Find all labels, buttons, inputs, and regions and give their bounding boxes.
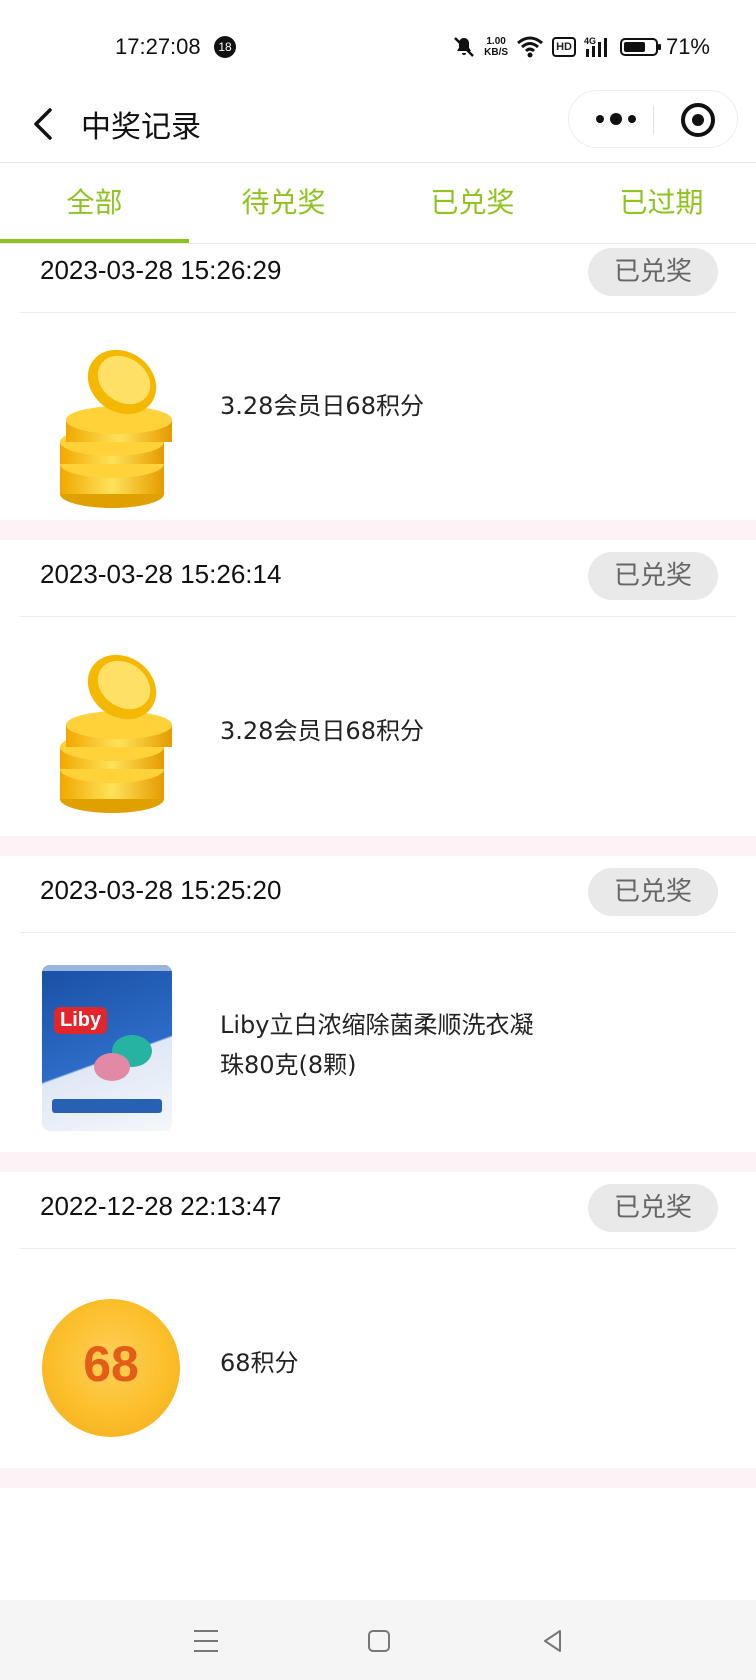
- tab-bar: 全部 待兑奖 已兑奖 已过期: [0, 163, 756, 244]
- points-badge-number: 68: [83, 1336, 139, 1392]
- home-icon[interactable]: [368, 1630, 390, 1652]
- record-date: 2023-03-28 15:26:14: [40, 559, 282, 589]
- record-body: Liby Liby立白浓缩除菌柔顺洗衣凝珠80克(8颗): [20, 933, 736, 1152]
- nav-bar: 中奖记录: [0, 86, 756, 163]
- status-badge: 已兑奖: [588, 868, 718, 916]
- prize-name: 3.28会员日68积分: [220, 717, 424, 745]
- gold-coins-icon: [60, 349, 172, 508]
- hd-icon: HD: [552, 37, 576, 57]
- pack-bottom-stripe: [52, 1099, 162, 1113]
- tab-all[interactable]: 全部: [0, 163, 189, 243]
- recent-apps-icon[interactable]: [194, 1630, 218, 1652]
- network-speed-unit: KB/S: [484, 47, 509, 58]
- record-date: 2023-03-28 15:26:29: [40, 255, 282, 285]
- gold-coins-icon: [60, 654, 172, 813]
- record-header: 2023-03-28 15:26:29 已兑奖: [20, 236, 736, 313]
- record-item[interactable]: 2022-12-28 22:13:47 已兑奖 68 68积分: [0, 1172, 756, 1488]
- status-badge: 已兑奖: [588, 1184, 718, 1232]
- battery-fill: [623, 42, 646, 52]
- detergent-pack-image: Liby: [42, 965, 172, 1131]
- back-arrow-icon[interactable]: [26, 104, 66, 144]
- status-bar: 17:27:08 18 1.00 KB/S HD 4G 71%: [0, 0, 756, 86]
- more-menu-button[interactable]: [583, 91, 649, 147]
- prize-record-list: 2023-03-28 15:26:29 已兑奖 3.28会员日68积分 2023…: [0, 244, 756, 1488]
- prize-name: 68积分: [220, 1349, 299, 1377]
- pack-pod-pink: [94, 1053, 130, 1081]
- notification-count-badge: 18: [214, 36, 236, 58]
- tab-redeemed[interactable]: 已兑奖: [378, 163, 567, 243]
- close-miniprogram-icon[interactable]: [681, 103, 715, 137]
- pack-top-band: [42, 965, 172, 971]
- record-date: 2023-03-28 15:25:20: [40, 875, 282, 905]
- system-nav-bar: [0, 1600, 756, 1680]
- record-item[interactable]: 2023-03-28 15:26:14 已兑奖 3.28会员日68积分: [0, 540, 756, 856]
- tab-pending[interactable]: 待兑奖: [189, 163, 378, 243]
- tab-expired[interactable]: 已过期: [567, 163, 756, 243]
- prize-name: Liby立白浓缩除菌柔顺洗衣凝珠80克(8颗): [220, 1011, 534, 1079]
- record-body: 68 68积分: [20, 1249, 736, 1468]
- miniprogram-capsule: [568, 90, 738, 148]
- record-header: 2022-12-28 22:13:47 已兑奖: [20, 1172, 736, 1249]
- pack-brand-logo: Liby: [54, 1007, 108, 1034]
- signal-4g-icon: 4G: [584, 36, 607, 57]
- battery-icon: [619, 38, 661, 56]
- record-body: 3.28会员日68积分: [20, 312, 736, 520]
- status-icons: 1.00 KB/S HD 4G 71%: [452, 32, 710, 62]
- status-badge: 已兑奖: [588, 552, 718, 600]
- network-speed-value: 1.00: [486, 36, 506, 47]
- network-type-label: 4G: [584, 36, 596, 46]
- capsule-divider: [653, 105, 654, 135]
- status-badge: 已兑奖: [588, 248, 718, 296]
- record-date: 2022-12-28 22:13:47: [40, 1191, 282, 1221]
- battery-percent: 71%: [665, 34, 710, 59]
- prize-name: 3.28会员日68积分: [220, 392, 424, 420]
- page-title: 中奖记录: [81, 110, 201, 145]
- record-item[interactable]: 2023-03-28 15:26:29 已兑奖 3.28会员日68积分: [0, 244, 756, 540]
- record-header: 2023-03-28 15:25:20 已兑奖: [20, 856, 736, 933]
- status-time: 17:27:08: [115, 34, 201, 59]
- record-item[interactable]: 2023-03-28 15:25:20 已兑奖 Liby Liby立白浓缩除菌柔…: [0, 856, 756, 1172]
- points-badge-icon: 68: [42, 1299, 180, 1437]
- network-speed: 1.00 KB/S: [484, 36, 508, 58]
- system-back-icon[interactable]: [540, 1628, 566, 1654]
- mute-bell-icon: [454, 37, 475, 57]
- record-body: 3.28会员日68积分: [20, 617, 736, 836]
- wifi-icon: [517, 36, 544, 58]
- record-header: 2023-03-28 15:26:14 已兑奖: [20, 540, 736, 617]
